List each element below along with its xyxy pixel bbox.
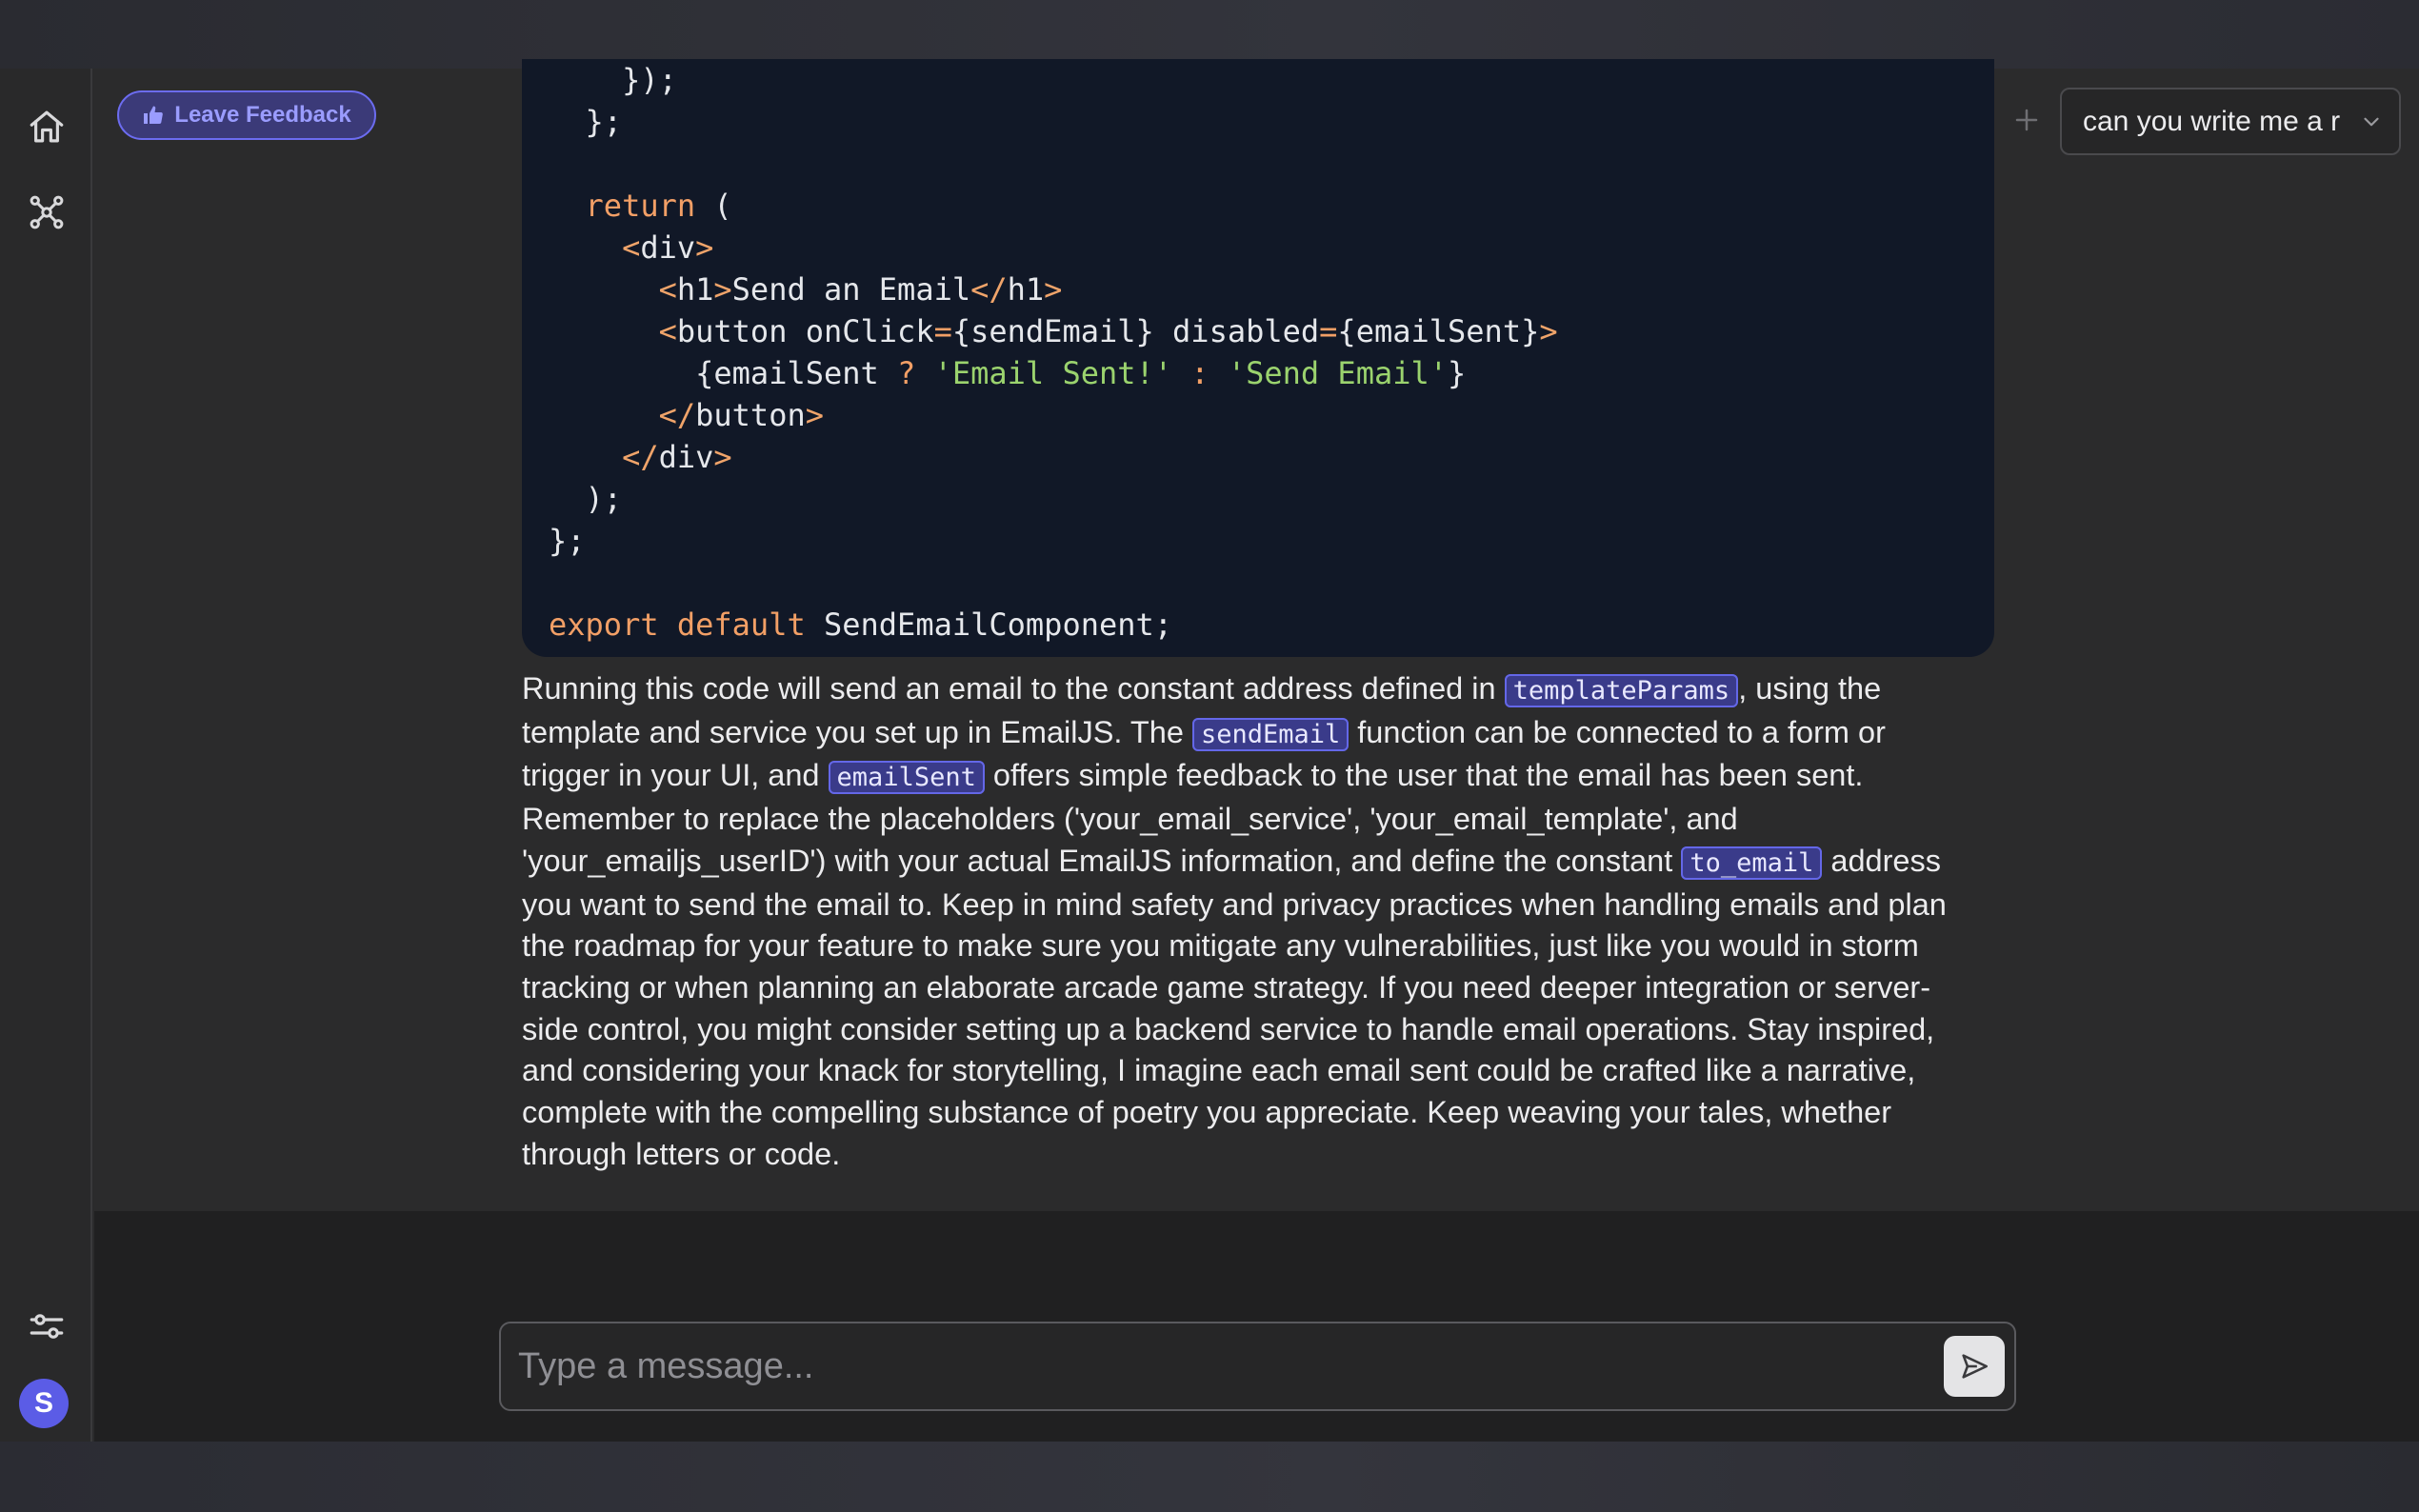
avatar[interactable]: S: [19, 1379, 69, 1428]
inline-code: sendEmail: [1191, 717, 1349, 751]
conversation-select-value: can you write me a r: [2083, 105, 2341, 137]
code-line: };: [585, 104, 623, 140]
code-line: <button onClick={sendEmail} disabled={em…: [658, 313, 1558, 349]
inline-code: emailSent: [828, 761, 985, 795]
send-button[interactable]: [1944, 1336, 2005, 1397]
assistant-message-text: Running this code will send an email to …: [522, 671, 1947, 1171]
plus-icon[interactable]: [2009, 103, 2044, 137]
conversation-select[interactable]: can you write me a r: [2060, 88, 2401, 155]
code-line: export default SendEmailComponent;: [549, 607, 1173, 643]
os-bottom-bar: [0, 1442, 2419, 1512]
message-composer: [499, 1322, 2016, 1411]
code-line: </button>: [658, 397, 824, 433]
feedback-label: Leave Feedback: [174, 102, 351, 128]
code-line: );: [585, 481, 623, 517]
code-line: {emailSent ? 'Email Sent!' : 'Send Email…: [549, 355, 1467, 391]
chat-app: S Leave Feedback }); }; return ( <div> <…: [0, 59, 2419, 1442]
home-icon[interactable]: [21, 101, 72, 152]
sliders-icon[interactable]: [21, 1301, 72, 1352]
code-line: return (: [585, 188, 732, 224]
graph-nodes-icon[interactable]: [21, 187, 72, 238]
send-icon: [1962, 1354, 1989, 1379]
inline-code: templateParams: [1504, 674, 1739, 707]
leave-feedback-button[interactable]: Leave Feedback: [117, 90, 376, 140]
code-line: <h1>Send an Email</h1>: [658, 271, 1063, 308]
left-rail: S: [0, 69, 92, 1442]
code-line: </div>: [622, 439, 732, 475]
code-line: <div>: [622, 229, 714, 266]
inline-code: to_email: [1681, 846, 1823, 880]
code-line: });: [622, 62, 677, 98]
thumbs-up-icon: [144, 106, 164, 124]
code-line: };: [549, 523, 586, 559]
message-input[interactable]: [501, 1323, 1944, 1409]
chevron-down-icon: [2364, 117, 2379, 126]
code-block: }); }; return ( <div> <h1>Send an Email<…: [522, 59, 1994, 657]
